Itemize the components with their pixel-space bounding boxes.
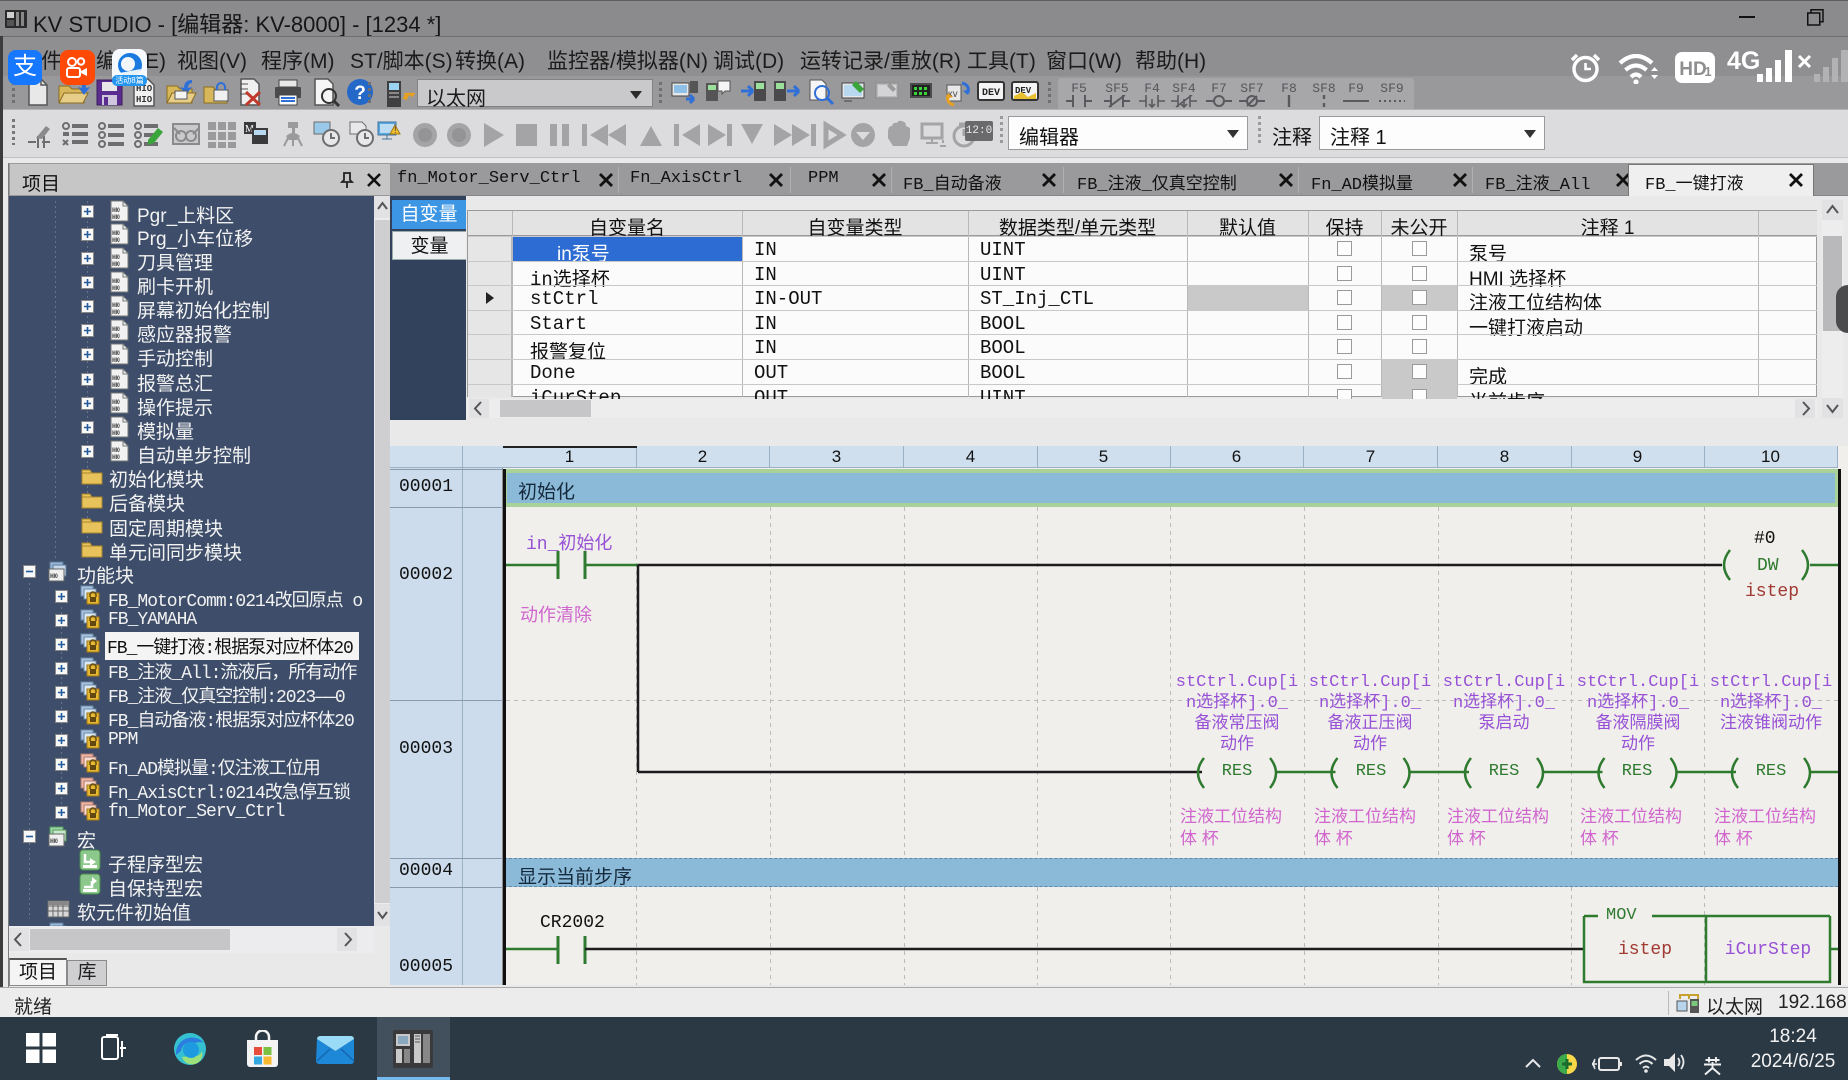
svg-text:HD: HD	[1679, 59, 1706, 80]
svg-text:1: 1	[1704, 64, 1711, 79]
svg-text:!: !	[394, 125, 397, 135]
